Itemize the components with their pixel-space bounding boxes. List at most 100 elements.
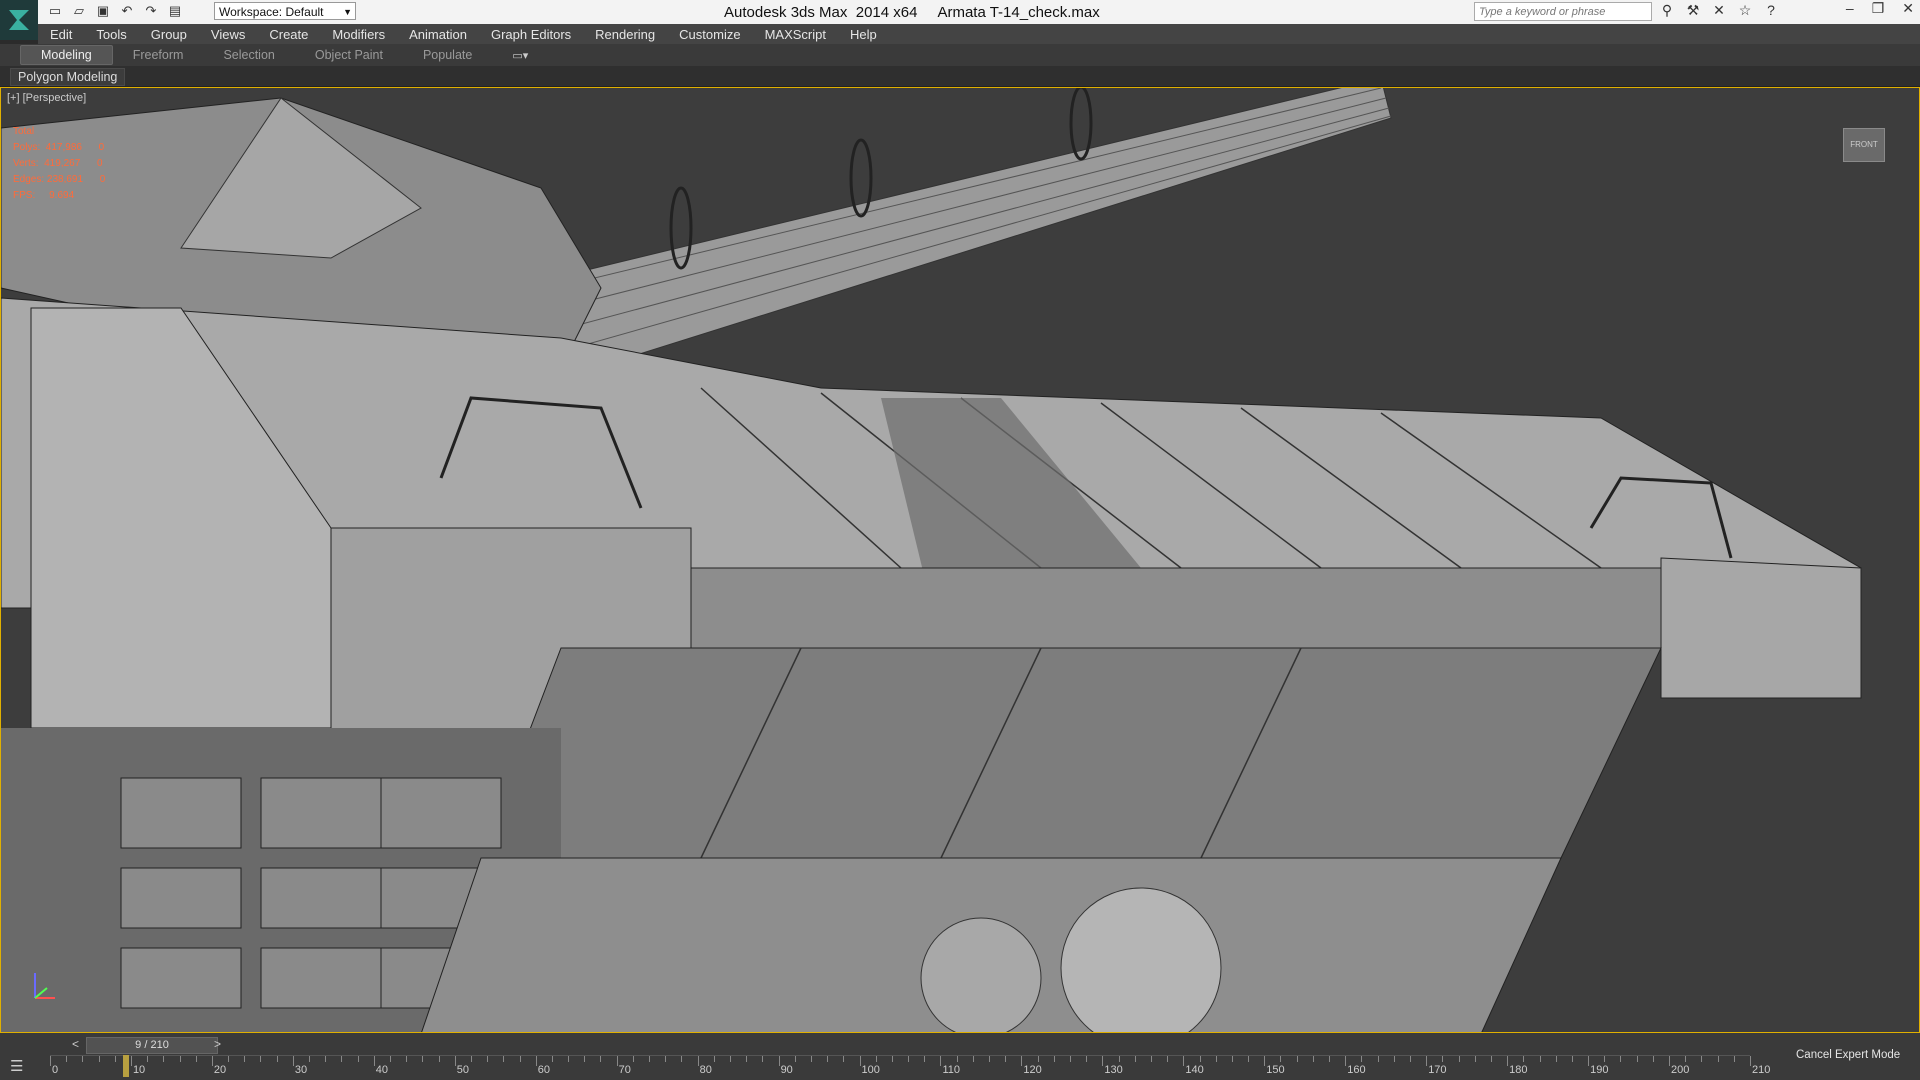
time-slider[interactable]: 9 / 210	[86, 1037, 218, 1054]
viewport-label[interactable]: [+] [Perspective]	[7, 92, 86, 104]
tab-modeling[interactable]: Modeling	[20, 45, 113, 65]
tab-populate[interactable]: Populate	[403, 46, 492, 64]
tab-object-paint[interactable]: Object Paint	[295, 46, 403, 64]
polygon-modeling-panel[interactable]: Polygon Modeling	[10, 68, 126, 86]
project-folder-icon[interactable]: ▤	[166, 2, 184, 20]
timeline-tick	[1053, 1056, 1055, 1062]
playhead[interactable]	[122, 1055, 129, 1077]
app-menu-button[interactable]	[0, 0, 38, 40]
timeline-tick	[1167, 1056, 1169, 1062]
timeline-tick	[956, 1056, 958, 1062]
timeline-tick-label: 90	[780, 1064, 793, 1076]
menu-item-customize[interactable]: Customize	[667, 27, 752, 42]
timeline-tick	[454, 1056, 456, 1066]
previous-frame-button[interactable]: <	[72, 1037, 79, 1051]
menu-item-create[interactable]: Create	[257, 27, 320, 42]
perspective-viewport[interactable]: [+] [Perspective] Total Polys: 417,986 0…	[0, 87, 1920, 1033]
timeline-tick	[827, 1056, 829, 1062]
star-icon[interactable]: ☆	[1736, 2, 1754, 19]
timeline-tick	[681, 1056, 683, 1062]
menu-item-edit[interactable]: Edit	[38, 27, 84, 42]
menu-item-maxscript[interactable]: MAXScript	[753, 27, 838, 42]
timeline-tick-label: 110	[942, 1064, 961, 1076]
redo-icon[interactable]: ↷	[142, 2, 160, 20]
binoculars-icon[interactable]: ⚲	[1658, 2, 1676, 19]
tab-selection[interactable]: Selection	[203, 46, 294, 64]
menu-item-tools[interactable]: Tools	[84, 27, 138, 42]
menu-item-views[interactable]: Views	[199, 27, 257, 42]
timeline-tick	[1280, 1056, 1282, 1062]
save-icon[interactable]: ▣	[94, 2, 112, 20]
track-bar[interactable]: 0 10 20 30 40 50 60 70 80 90 100 110 120 130 140 150 160…	[50, 1055, 1770, 1080]
timeline-tick	[632, 1056, 634, 1062]
help-icon[interactable]: ?	[1762, 2, 1780, 19]
viewport-statistics: Total Polys: 417,986 0 Verts: 419,267 0 …	[13, 124, 105, 204]
timeline-tick	[1685, 1056, 1687, 1062]
timeline-tick	[163, 1056, 165, 1062]
timeline-tick	[438, 1056, 440, 1062]
workspace-dropdown[interactable]: Workspace: Default ▼	[214, 2, 356, 20]
timeline-tick	[114, 1056, 116, 1062]
track-bar-icon[interactable]: ☰	[10, 1057, 23, 1075]
minimize-button[interactable]: –	[1846, 0, 1854, 17]
timeline-tick	[1086, 1056, 1088, 1062]
undo-icon[interactable]: ↶	[118, 2, 136, 20]
timeline-tick	[422, 1056, 424, 1062]
new-file-icon[interactable]: ▭	[46, 2, 64, 20]
maximize-button[interactable]: ❐	[1872, 0, 1885, 17]
timeline-tick	[309, 1056, 311, 1062]
title-bar: ▭ ▱ ▣ ↶ ↷ ▤ Workspace: Default ▼ Autodes…	[0, 0, 1920, 24]
timeline-tick	[1134, 1056, 1136, 1062]
viewcube[interactable]: FRONT	[1843, 128, 1885, 162]
timeline-tick-label: 0	[52, 1064, 59, 1076]
timeline-tick	[1555, 1056, 1557, 1062]
chevron-down-icon: ▼	[343, 7, 352, 17]
timeline-tick	[260, 1056, 262, 1062]
timeline-tick	[1345, 1056, 1347, 1066]
timeline-tick	[1458, 1056, 1460, 1062]
cancel-expert-mode-button[interactable]: Cancel Expert Mode	[1796, 1049, 1900, 1061]
timeline-tick	[616, 1056, 618, 1066]
timeline-tick	[406, 1056, 408, 1062]
timeline-tick	[1604, 1056, 1606, 1062]
timeline-tick	[179, 1056, 181, 1062]
timeline-tick	[1507, 1056, 1509, 1066]
menu-item-modifiers[interactable]: Modifiers	[320, 27, 397, 42]
x-icon[interactable]: ✕	[1710, 2, 1728, 19]
timeline-tick-label: 130	[1104, 1064, 1123, 1076]
timeline-tick	[568, 1056, 570, 1062]
ribbon-panel-bar: Polygon Modeling	[0, 66, 1920, 87]
tank-model-render	[1, 88, 1862, 1032]
ribbon-tabs: Modeling Freeform Selection Object Paint…	[0, 44, 1920, 66]
timeline-tick	[373, 1056, 375, 1066]
timeline-tick	[1037, 1056, 1039, 1062]
search-input[interactable]: Type a keyword or phrase	[1474, 2, 1652, 21]
tab-freeform[interactable]: Freeform	[113, 46, 204, 64]
timeline-tick	[1733, 1056, 1735, 1062]
open-file-icon[interactable]: ▱	[70, 2, 88, 20]
ribbon-options-icon[interactable]: ▭▾	[492, 47, 548, 64]
menu-item-help[interactable]: Help	[838, 27, 889, 42]
stats-line: Edges: 238,691 0	[13, 174, 106, 185]
close-button[interactable]: ✕	[1902, 0, 1914, 17]
menu-item-rendering[interactable]: Rendering	[583, 27, 667, 42]
timeline-tick-label: 160	[1347, 1064, 1366, 1076]
timeline-tick	[1199, 1056, 1201, 1062]
timeline-tick-label: 30	[294, 1064, 308, 1076]
timeline-tick	[1750, 1056, 1751, 1066]
window-controls: – ❐ ✕	[1846, 0, 1914, 17]
timeline-tick	[147, 1056, 149, 1062]
menu-item-animation[interactable]: Animation	[397, 27, 479, 42]
menu-item-graph-editors[interactable]: Graph Editors	[479, 27, 583, 42]
timeline-tick	[1652, 1056, 1654, 1062]
timeline-tick	[908, 1056, 910, 1062]
timeline-tick-label: 200	[1671, 1064, 1690, 1076]
timeline-tick	[551, 1056, 553, 1062]
next-frame-button[interactable]: >	[214, 1037, 221, 1051]
timeline-tick	[1523, 1056, 1525, 1062]
menu-item-group[interactable]: Group	[139, 27, 199, 42]
timeline-tick	[1005, 1056, 1007, 1062]
wrench-icon[interactable]: ⚒	[1684, 2, 1702, 19]
info-center-toolbar: ⚲ ⚒ ✕ ☆ ?	[1658, 2, 1780, 19]
timeline-tick	[600, 1056, 602, 1062]
